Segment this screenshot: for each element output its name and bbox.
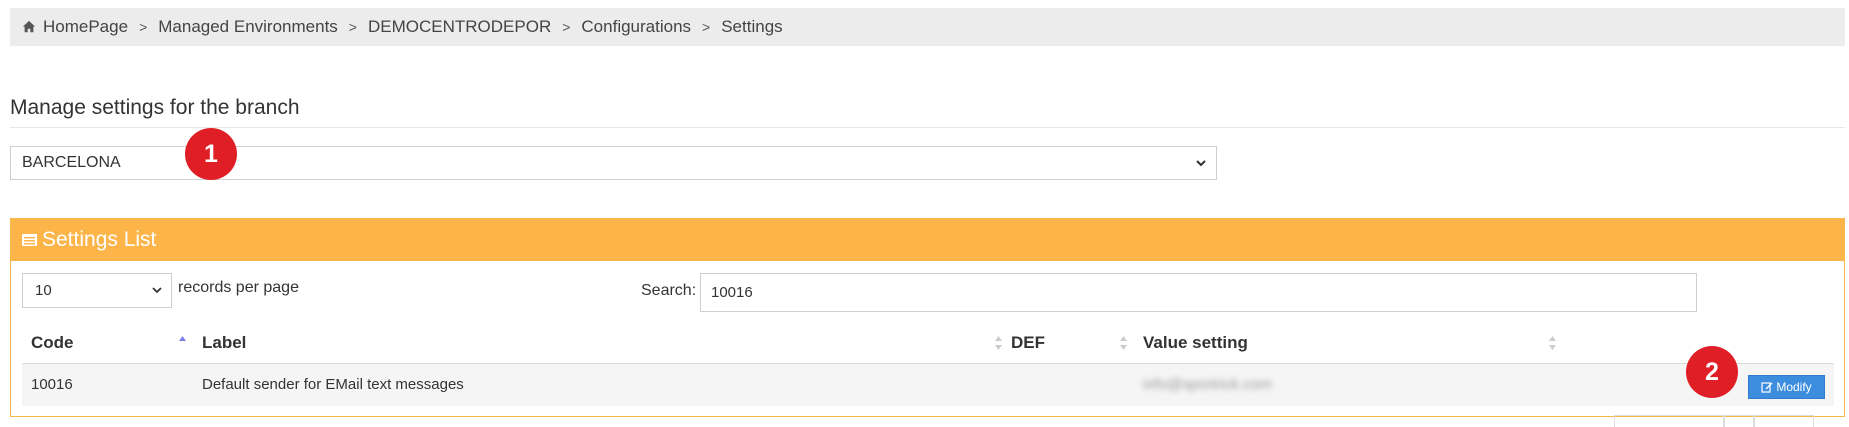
search-input[interactable] [700, 273, 1697, 312]
breadcrumb-separator: > [348, 19, 357, 35]
page-length-value: 10 [35, 282, 52, 299]
search-label: Search: [641, 282, 697, 299]
sort-ascending-icon[interactable] [178, 334, 187, 352]
annotation-badge-1: 1 [185, 128, 237, 180]
edit-icon [1761, 382, 1773, 393]
column-header-code[interactable]: Code [31, 333, 74, 353]
breadcrumb-configurations[interactable]: Configurations [581, 17, 691, 37]
breadcrumb-settings: Settings [721, 17, 783, 36]
cell-code: 10016 [31, 376, 73, 393]
column-header-label[interactable]: Label [202, 333, 246, 353]
panel-header: Settings List [11, 219, 1844, 261]
modify-button-label: Modify [1776, 380, 1812, 394]
chevron-down-icon [1196, 160, 1206, 167]
cell-label: Default sender for EMail text messages [202, 376, 464, 393]
column-header-value-setting[interactable]: Value setting [1143, 333, 1248, 353]
page-length-label: records per page [178, 279, 299, 296]
chevron-down-icon [152, 287, 162, 294]
sort-icon[interactable] [994, 334, 1003, 352]
branch-select-value: BARCELONA [22, 154, 121, 171]
breadcrumb-homepage[interactable]: HomePage [43, 17, 128, 37]
sort-icon[interactable] [1119, 334, 1128, 352]
modify-button[interactable]: Modify [1748, 375, 1825, 399]
annotation-badge-2: 2 [1686, 346, 1738, 398]
title-divider [10, 127, 1845, 128]
breadcrumb-environment[interactable]: DEMOCENTRODEPOR [368, 17, 551, 37]
breadcrumb-separator: > [702, 19, 711, 35]
settings-list-panel: Settings List 10 records per page Search… [10, 218, 1845, 427]
list-icon [22, 234, 37, 246]
home-icon [22, 20, 36, 33]
breadcrumb-separator: > [139, 19, 148, 35]
column-header-def[interactable]: DEF [1011, 333, 1045, 353]
page-length-select[interactable]: 10 [22, 273, 172, 308]
cell-value-setting: info@sportrick.com [1143, 376, 1272, 393]
breadcrumb: HomePage > Managed Environments > DEMOCE… [10, 8, 1845, 46]
page-title: Manage settings for the branch [10, 96, 300, 119]
breadcrumb-separator: > [562, 19, 571, 35]
panel-title: Settings List [42, 228, 157, 251]
breadcrumb-managed-environments[interactable]: Managed Environments [158, 17, 338, 37]
sort-icon[interactable] [1548, 334, 1557, 352]
